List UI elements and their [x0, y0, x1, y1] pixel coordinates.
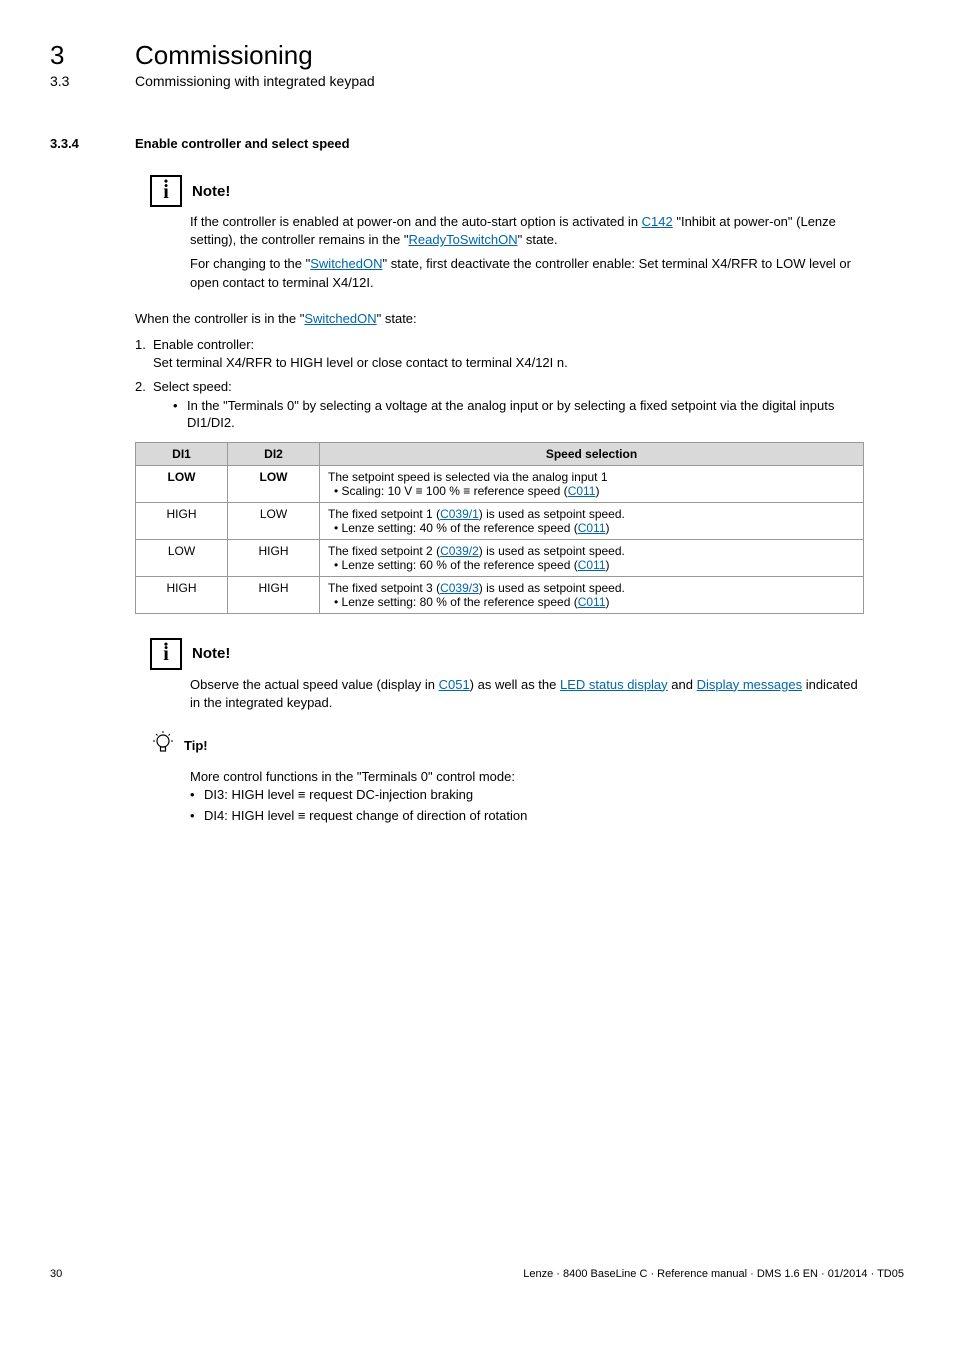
table-row: LOW HIGH The fixed setpoint 2 (C039/2) i…	[136, 539, 864, 576]
link-c051[interactable]: C051	[439, 677, 470, 692]
note-body: If the controller is enabled at power-on…	[190, 213, 864, 292]
section-title: Commissioning with integrated keypad	[135, 73, 375, 89]
link-switchedon[interactable]: SwitchedON	[310, 256, 382, 271]
step-1: 1. Enable controller: Set terminal X4/RF…	[135, 336, 864, 372]
lightbulb-icon	[150, 730, 176, 762]
note-body: Observe the actual speed value (display …	[190, 676, 864, 712]
link-c011[interactable]: C011	[578, 558, 606, 572]
table-row: HIGH LOW The fixed setpoint 1 (C039/1) i…	[136, 502, 864, 539]
link-c011[interactable]: C011	[578, 521, 606, 535]
info-icon: i	[150, 638, 182, 670]
table-header: DI1	[136, 442, 228, 465]
link-c011[interactable]: C011	[578, 595, 606, 609]
chapter-number: 3	[50, 40, 135, 71]
link-c039-2[interactable]: C039/2	[440, 544, 479, 558]
table-header: DI2	[228, 442, 320, 465]
table-row: LOW LOW The setpoint speed is selected v…	[136, 465, 864, 502]
table-header: Speed selection	[320, 442, 864, 465]
tip-label: Tip!	[184, 738, 208, 753]
divider: _ _ _ _ _ _ _ _ _ _ _ _ _ _ _ _ _ _ _ _ …	[50, 111, 904, 112]
tip-body: More control functions in the "Terminals…	[190, 768, 864, 826]
link-switchedon-2[interactable]: SwitchedON	[304, 311, 376, 326]
link-c142[interactable]: C142	[642, 214, 673, 229]
link-c011[interactable]: C011	[568, 484, 596, 498]
speed-selection-table: DI1 DI2 Speed selection LOW LOW The setp…	[135, 442, 864, 614]
step-2: 2. Select speed: •In the "Terminals 0" b…	[135, 378, 864, 435]
footer-meta: Lenze · 8400 BaseLine C · Reference manu…	[523, 1268, 904, 1280]
link-readytoswitchon[interactable]: ReadyToSwitchON	[409, 232, 518, 247]
link-c039-1[interactable]: C039/1	[440, 507, 479, 521]
subsection-number: 3.3.4	[50, 136, 135, 151]
info-icon: i	[150, 175, 182, 207]
subsection-title: Enable controller and select speed	[135, 136, 350, 151]
section-number: 3.3	[50, 73, 135, 89]
note-label: Note!	[192, 183, 230, 200]
chapter-title: Commissioning	[135, 40, 313, 71]
page-number: 30	[50, 1268, 62, 1280]
link-display-messages[interactable]: Display messages	[697, 677, 803, 692]
intro-text: When the controller is in the "SwitchedO…	[135, 310, 864, 328]
note-label: Note!	[192, 645, 230, 662]
table-row: HIGH HIGH The fixed setpoint 3 (C039/3) …	[136, 576, 864, 613]
link-led-status[interactable]: LED status display	[560, 677, 668, 692]
link-c039-3[interactable]: C039/3	[440, 581, 479, 595]
